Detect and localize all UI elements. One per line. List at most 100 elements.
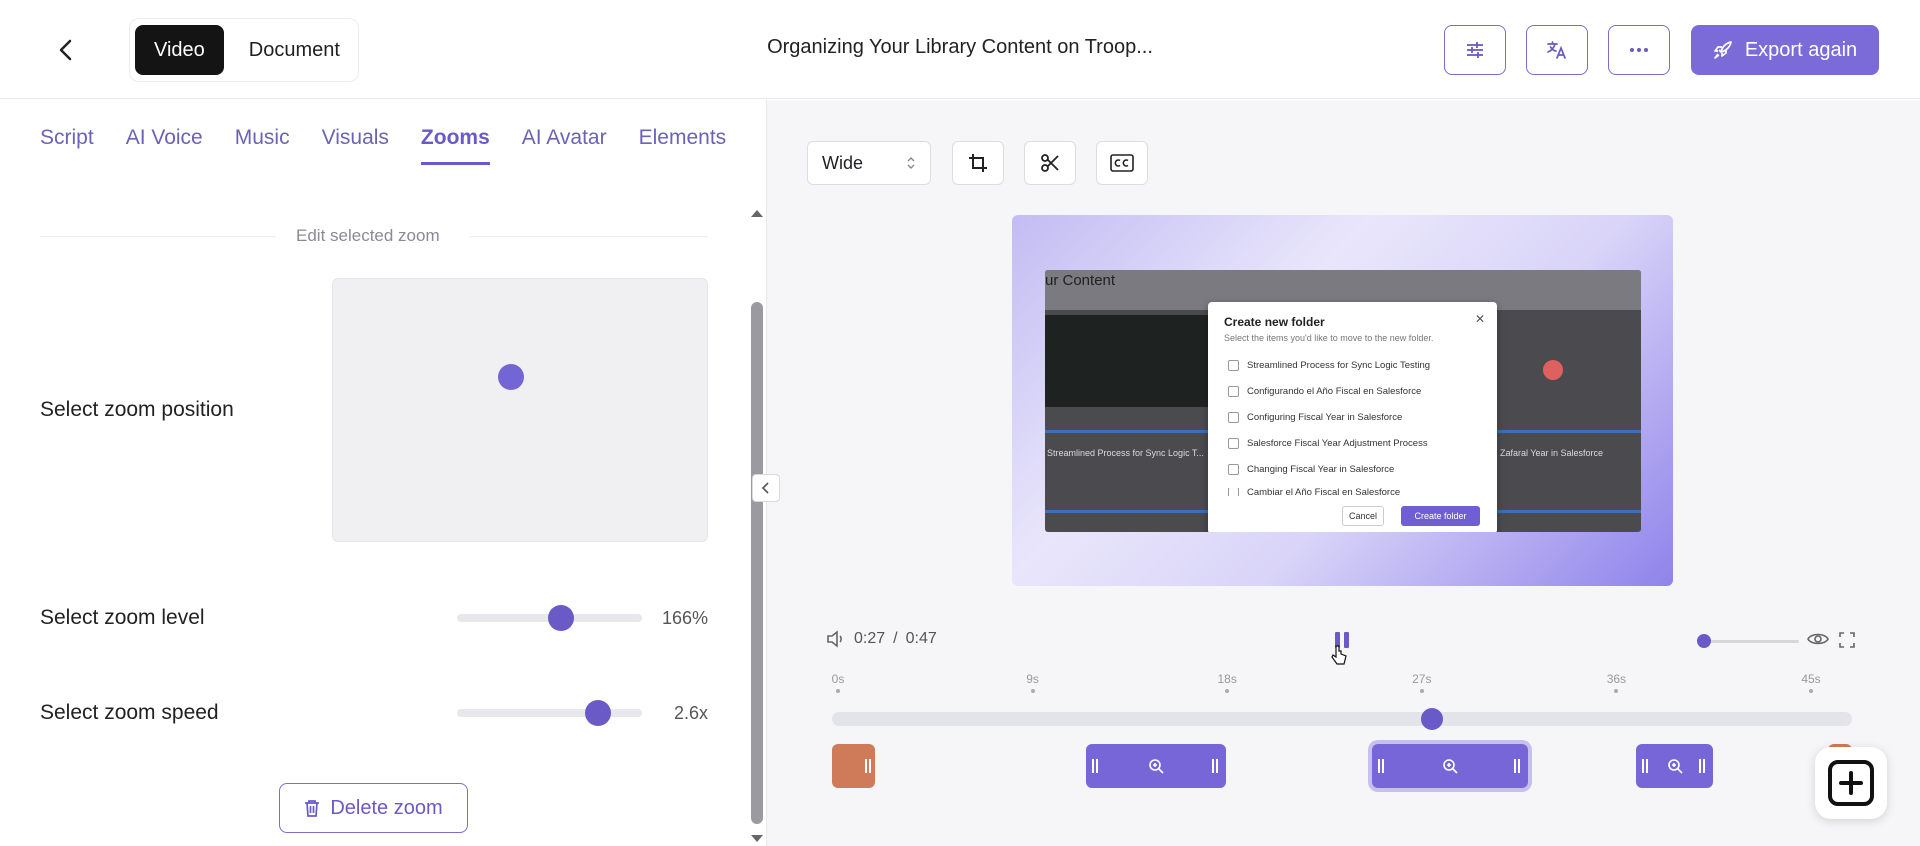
time-separator: / (893, 630, 898, 647)
captions-button[interactable] (1096, 141, 1148, 185)
visibility-toggle[interactable] (1807, 631, 1829, 652)
more-options-button[interactable] (1608, 25, 1670, 75)
mode-tab-video[interactable]: Video (135, 25, 224, 75)
dialog-title: Create new folder (1224, 315, 1325, 329)
preview-dark-card (1045, 315, 1210, 407)
ruler-tick (836, 689, 840, 693)
ruler-tick (1225, 689, 1230, 693)
zoom-level-thumb[interactable] (547, 605, 574, 631)
document-title[interactable]: Organizing Your Library Content on Troop… (700, 36, 1220, 59)
tab-visuals[interactable]: Visuals (322, 126, 389, 165)
video-preview[interactable]: ur Content Streamlined Process for Sync … (1012, 215, 1673, 586)
crop-icon (969, 154, 987, 172)
dialog-cancel-button: Cancel (1342, 506, 1384, 526)
preview-background-title: ur Content (1045, 272, 1116, 289)
zoom-clip[interactable] (1636, 744, 1713, 788)
translate-button[interactable] (1526, 25, 1588, 75)
zoom-level-slider[interactable] (457, 605, 642, 631)
chevron-updown-icon (907, 157, 915, 169)
zoom-position-label: Select zoom position (40, 398, 234, 421)
zoom-position-handle[interactable] (498, 364, 524, 390)
section-label: Edit selected zoom (296, 226, 440, 245)
export-again-button[interactable]: Export again (1691, 25, 1879, 75)
ruler-tick-label: 0s (831, 672, 845, 686)
tab-zooms[interactable]: Zooms (420, 126, 490, 165)
dialog-item: Configuring Fiscal Year in Salesforce (1228, 412, 1402, 423)
tab-ai-avatar[interactable]: AI Avatar (522, 126, 607, 165)
timeline-scrubber[interactable] (832, 708, 1852, 730)
dialog-subtitle: Select the items you'd like to move to t… (1224, 333, 1434, 343)
zoom-scale-slider[interactable] (1697, 634, 1799, 648)
back-button[interactable] (46, 30, 86, 70)
fullscreen-button[interactable] (1839, 632, 1855, 653)
tab-script[interactable]: Script (40, 126, 94, 165)
dialog-item: Cambiar el Año Fiscal en Salesforce (1228, 488, 1400, 496)
add-element-button[interactable] (1815, 747, 1887, 819)
tab-elements[interactable]: Elements (639, 126, 727, 165)
crop-button[interactable] (952, 141, 1004, 185)
zoom-clip[interactable] (1086, 744, 1226, 788)
ruler-tick (1030, 689, 1035, 693)
sliders-icon (1467, 42, 1483, 58)
more-horizontal-icon (1630, 48, 1648, 52)
top-bar: Video Document Organizing Your Library C… (0, 0, 1920, 99)
zoom-speed-slider[interactable] (457, 700, 642, 726)
aspect-ratio-select[interactable]: Wide (807, 141, 931, 185)
settings-button[interactable] (1444, 25, 1506, 75)
add-square-icon (1828, 760, 1874, 806)
ruler-tick-label: 9s (1026, 672, 1039, 686)
export-label: Export again (1744, 38, 1858, 61)
ruler-tick (1809, 689, 1813, 693)
preview-screenshot: ur Content Streamlined Process for Sync … (1045, 270, 1641, 532)
delete-zoom-label: Delete zoom (330, 796, 443, 819)
chevron-left-icon (762, 482, 769, 494)
dialog-item: Changing Fiscal Year in Salesforce (1228, 464, 1394, 475)
dialog-item: Salesforce Fiscal Year Adjustment Proces… (1228, 438, 1428, 449)
zoom-speed-thumb[interactable] (584, 700, 611, 726)
dialog-create-button: Create folder (1401, 506, 1480, 526)
translate-icon (1547, 41, 1566, 59)
ruler-tick (1419, 689, 1424, 693)
preview-bg-card-right: Zafaral Year in Salesforce (1500, 448, 1604, 458)
delete-zoom-button[interactable]: Delete zoom (279, 783, 468, 833)
section-divider-right (470, 236, 708, 237)
zoom-level-label: Select zoom level (40, 606, 205, 629)
editor-tabs: Script AI Voice Music Visuals Zooms AI A… (40, 126, 726, 165)
scrollbar-thumb[interactable] (751, 302, 763, 824)
scroll-down-arrow[interactable] (750, 831, 764, 846)
zoom-speed-value: 2.6x (673, 703, 708, 723)
zoom-clip-selected[interactable] (1372, 744, 1528, 788)
chevron-left-icon (59, 39, 72, 61)
ruler-tick-label: 36s (1606, 672, 1627, 686)
trash-icon (305, 800, 320, 817)
playback-time: 0:27 / 0:47 (826, 630, 937, 648)
collapse-panel-button[interactable] (752, 474, 780, 502)
cut-button[interactable] (1024, 141, 1076, 185)
ruler-tick (1614, 689, 1619, 693)
preview-bg-card-left: Streamlined Process for Sync Logic T... (1047, 448, 1204, 458)
dialog-item: Streamlined Process for Sync Logic Testi… (1228, 360, 1430, 371)
mode-switcher: Video Document (129, 18, 359, 82)
scroll-up-arrow[interactable] (750, 205, 764, 223)
ruler-tick-label: 27s (1412, 672, 1432, 686)
tab-ai-voice[interactable]: AI Voice (126, 126, 203, 165)
closed-captions-icon (1110, 154, 1134, 172)
zoom-speed-label: Select zoom speed (40, 701, 219, 724)
ruler-tick-label: 45s (1801, 672, 1821, 686)
section-divider-left (40, 236, 276, 237)
eye-icon (1807, 633, 1829, 645)
volume-icon[interactable] (826, 630, 846, 648)
intro-clip[interactable] (832, 744, 875, 788)
tab-music[interactable]: Music (235, 126, 290, 165)
zoom-level-value: 166% (661, 608, 708, 628)
scissors-icon (1041, 154, 1059, 172)
zoom-in-icon (1443, 759, 1458, 774)
duration: 0:47 (905, 630, 937, 647)
zoom-scale-thumb[interactable] (1697, 634, 1711, 648)
mode-tab-document[interactable]: Document (230, 25, 359, 75)
close-icon: ✕ (1474, 312, 1485, 326)
zoom-in-icon (1667, 759, 1683, 774)
playhead[interactable] (1420, 708, 1443, 730)
cursor-icon (1330, 644, 1348, 671)
zoom-position-picker[interactable] (332, 278, 708, 542)
